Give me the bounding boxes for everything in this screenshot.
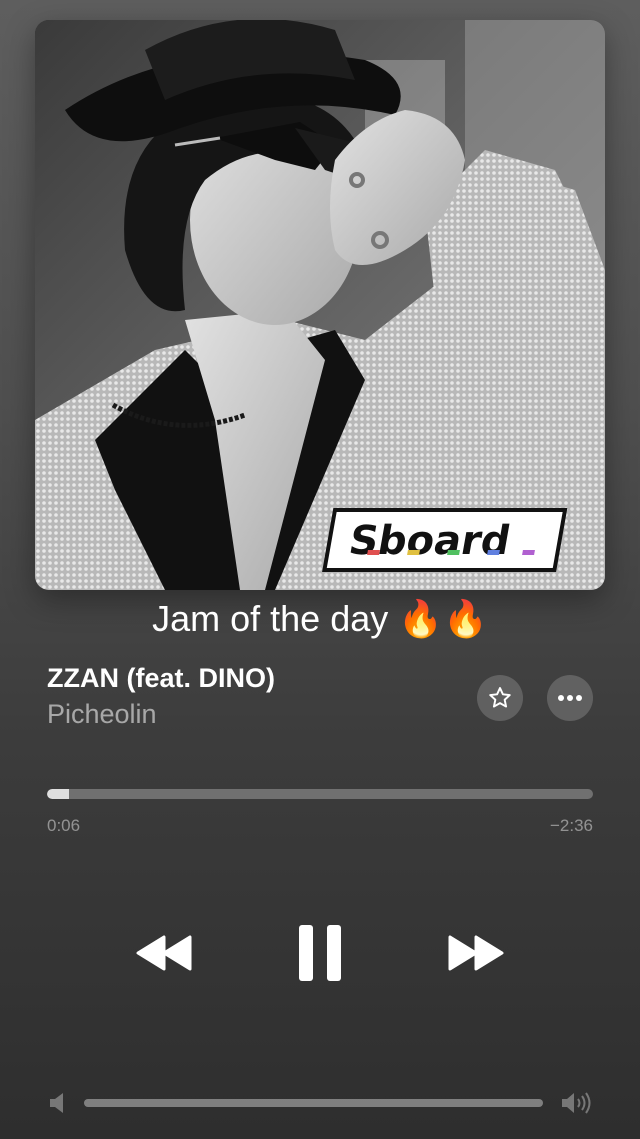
- volume-slider[interactable]: [84, 1099, 543, 1107]
- star-icon: [489, 687, 511, 708]
- playback-progress-bar[interactable]: [47, 789, 593, 799]
- volume-min-indicator: [49, 1092, 67, 1114]
- track-title[interactable]: ZZAN (feat. DINO): [47, 663, 275, 694]
- sticker-text: Sboard: [345, 517, 513, 564]
- elapsed-time: 0:06: [47, 816, 81, 835]
- next-track-button[interactable]: [440, 928, 512, 978]
- rewind-icon: [136, 935, 192, 971]
- album-artwork-image: Sboard: [35, 20, 605, 590]
- speaker-low-icon: [50, 1093, 63, 1113]
- remaining-time: −2:36: [549, 816, 593, 835]
- volume-max-indicator: [561, 1091, 593, 1115]
- playback-progress-fill: [47, 789, 69, 799]
- more-options-button[interactable]: [547, 675, 593, 721]
- ellipsis-icon: [558, 695, 582, 701]
- favorite-button[interactable]: [477, 675, 523, 721]
- album-artwork: Sboard: [35, 20, 605, 590]
- track-artist[interactable]: Picheolin: [47, 699, 157, 730]
- volume-slider-fill: [84, 1099, 543, 1107]
- play-pause-button[interactable]: [288, 918, 352, 988]
- artwork-caption: Jam of the day 🔥🔥: [152, 598, 488, 639]
- fast-forward-icon: [448, 935, 504, 971]
- speaker-high-icon: [562, 1092, 591, 1114]
- pause-icon: [299, 925, 341, 981]
- previous-track-button[interactable]: [128, 928, 200, 978]
